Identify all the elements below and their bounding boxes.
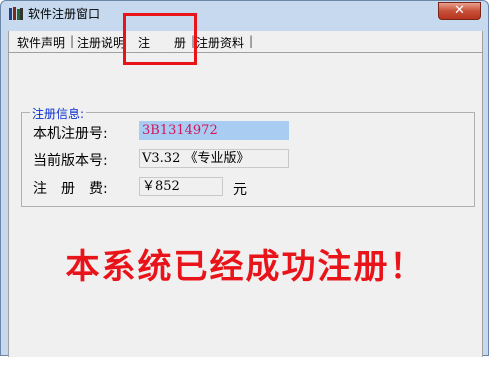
close-button[interactable]: ✕ bbox=[438, 2, 481, 20]
tab-registration-notes[interactable]: 注册说明 bbox=[77, 35, 125, 51]
fee-label: 注 册 费: bbox=[33, 181, 108, 197]
group-legend: 注册信息: bbox=[30, 105, 87, 122]
registration-window: 软件注册窗口 ✕ 软件声明 | 注册说明 注 册 | 注册资料 | 注册信息: … bbox=[0, 0, 489, 357]
tab-registration-info[interactable]: 注册资料 bbox=[196, 35, 244, 51]
tab-software-statement[interactable]: 软件声明 bbox=[17, 35, 65, 51]
tab-strip: 软件声明 | 注册说明 注 册 | 注册资料 | bbox=[9, 31, 482, 53]
fee-unit: 元 bbox=[233, 182, 247, 198]
machine-code-field[interactable]: 3B1314972 bbox=[139, 121, 289, 140]
fee-field[interactable]: ￥852 bbox=[139, 177, 223, 196]
window-title: 软件注册窗口 bbox=[28, 7, 101, 21]
machine-code-label: 本机注册号: bbox=[33, 126, 108, 142]
books-icon bbox=[9, 7, 23, 20]
title-bar[interactable]: 软件注册窗口 ✕ bbox=[1, 1, 488, 25]
registration-info-group: 注册信息: 本机注册号: 3B1314972 当前版本号: V3.32 《专业版… bbox=[21, 105, 475, 207]
highlight-annotation bbox=[123, 13, 197, 65]
version-label: 当前版本号: bbox=[33, 153, 108, 169]
registration-success-message: 本系统已经成功注册！ bbox=[65, 247, 426, 287]
client-area: 软件声明 | 注册说明 注 册 | 注册资料 | 注册信息: 本机注册号: 3B… bbox=[8, 31, 483, 357]
tab-separator: | bbox=[249, 34, 254, 48]
version-field[interactable]: V3.32 《专业版》 bbox=[139, 149, 289, 168]
close-icon: ✕ bbox=[454, 3, 465, 18]
tab-separator: | bbox=[70, 34, 75, 48]
